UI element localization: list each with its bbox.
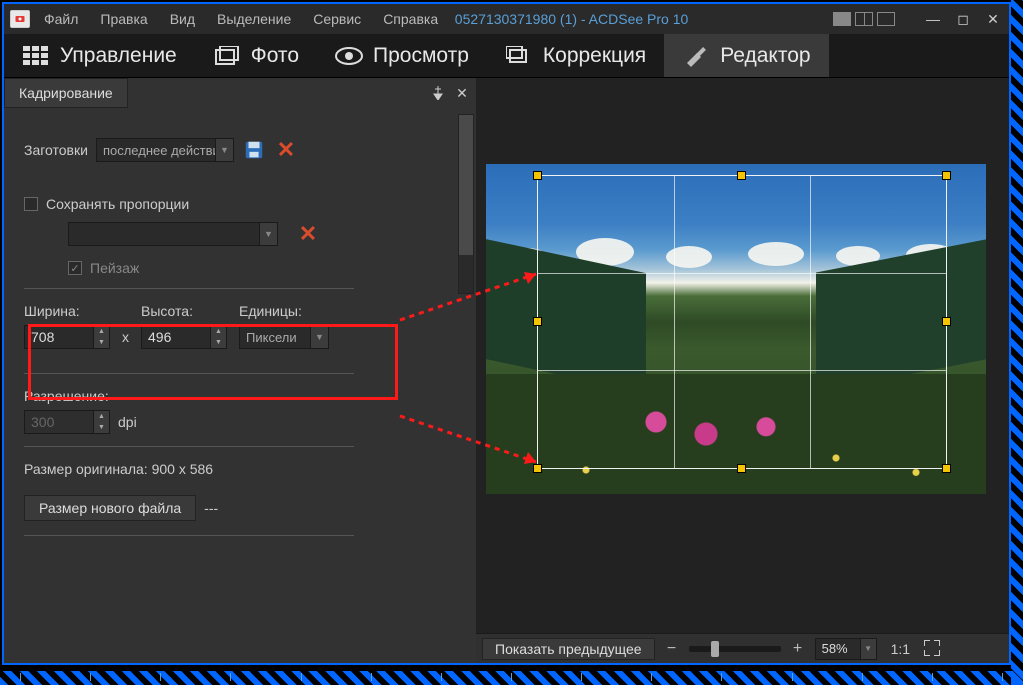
mode-view-label: Просмотр <box>373 44 469 68</box>
crop-handle-tl[interactable] <box>533 171 542 180</box>
clear-ratio-button[interactable]: ✕ <box>296 222 320 246</box>
mode-develop-label: Коррекция <box>543 44 646 68</box>
mode-photo-label: Фото <box>251 44 299 68</box>
crop-handle-bm[interactable] <box>737 464 746 473</box>
torn-edge-right <box>1011 0 1023 685</box>
crop-handle-bl[interactable] <box>533 464 542 473</box>
chevron-down-icon: ▼ <box>310 326 328 348</box>
presets-label: Заготовки <box>24 142 88 158</box>
close-button[interactable]: ✕ <box>983 10 1003 28</box>
workarea: Кадрирование ✕ Заготовки последнее дейст… <box>4 78 1009 663</box>
spin-up-icon[interactable]: ▲ <box>94 411 109 422</box>
mode-manage[interactable]: Управление <box>4 34 195 77</box>
photo-icon <box>213 45 241 67</box>
menu-file[interactable]: Файл <box>44 11 78 27</box>
crop-handle-mr[interactable] <box>942 317 951 326</box>
panel-close-icon[interactable]: ✕ <box>452 83 472 103</box>
crop-rectangle[interactable] <box>538 176 946 468</box>
landscape-label: Пейзаж <box>90 260 139 276</box>
mode-editor-label: Редактор <box>720 44 810 68</box>
tools-icon <box>682 45 710 67</box>
keep-proportions-label: Сохранять пропорции <box>46 196 189 212</box>
layout-switcher[interactable] <box>833 12 895 26</box>
zoom-slider-knob[interactable] <box>711 641 719 657</box>
image-viewer: Показать предыдущее − + 58% ▼ 1:1 <box>476 78 1009 663</box>
fullscreen-icon[interactable] <box>924 640 942 658</box>
canvas-area[interactable] <box>476 78 1009 633</box>
chevron-down-icon: ▼ <box>259 223 277 245</box>
menu-selection[interactable]: Выделение <box>217 11 291 27</box>
mode-view[interactable]: Просмотр <box>317 34 487 77</box>
resolution-input[interactable]: 300 ▲▼ <box>24 410 110 434</box>
height-input[interactable]: 496 ▲▼ <box>141 325 227 349</box>
one-to-one-button[interactable]: 1:1 <box>891 641 910 657</box>
new-file-size-button[interactable]: Размер нового файла <box>24 495 196 521</box>
resolution-label: Разрешение: <box>24 388 464 404</box>
spin-up-icon[interactable]: ▲ <box>94 326 109 337</box>
mode-photo[interactable]: Фото <box>195 34 317 77</box>
zoom-out-button[interactable]: − <box>663 640 681 658</box>
resolution-value: 300 <box>31 414 54 430</box>
mode-tabs: Управление Фото Просмотр Коррекция Редак… <box>4 34 1009 78</box>
panel-tabbar: Кадрирование ✕ <box>4 78 476 108</box>
chevron-down-icon: ▼ <box>215 139 233 161</box>
units-combo[interactable]: Пиксели ▼ <box>239 325 329 349</box>
window-title: 0527130371980 (1) - ACDSee Pro 10 <box>310 11 833 27</box>
save-preset-button[interactable] <box>242 138 266 162</box>
delete-preset-button[interactable]: ✕ <box>274 138 298 162</box>
aspect-ratio-combo[interactable]: ▼ <box>68 222 278 246</box>
new-file-size-value: --- <box>204 500 218 516</box>
dpi-label: dpi <box>118 414 137 430</box>
zoom-slider[interactable] <box>689 646 781 652</box>
zoom-combo[interactable]: 58% ▼ <box>815 638 877 660</box>
spin-down-icon[interactable]: ▼ <box>94 337 109 348</box>
scrollbar-thumb[interactable] <box>459 115 473 255</box>
minimize-button[interactable]: — <box>923 10 943 28</box>
crop-panel-body: Заготовки последнее действи ▼ ✕ Сохранят… <box>4 108 476 663</box>
mode-develop[interactable]: Коррекция <box>487 34 664 77</box>
original-size-text: Размер оригинала: 900 x 586 <box>24 461 464 477</box>
units-value: Пиксели <box>246 330 297 345</box>
width-label: Ширина: <box>24 303 110 319</box>
crop-panel: Кадрирование ✕ Заготовки последнее дейст… <box>4 78 476 663</box>
presets-value: последнее действи <box>103 143 220 158</box>
mode-manage-label: Управление <box>60 44 177 68</box>
crop-handle-ml[interactable] <box>533 317 542 326</box>
grid-icon <box>22 45 50 67</box>
presets-combo[interactable]: последнее действи ▼ <box>96 138 234 162</box>
crop-handle-tr[interactable] <box>942 171 951 180</box>
width-input[interactable]: 708 ▲▼ <box>24 325 110 349</box>
maximize-button[interactable]: ◻ <box>953 10 973 28</box>
chevron-down-icon: ▼ <box>860 639 876 659</box>
crop-tab[interactable]: Кадрирование <box>4 78 128 108</box>
app-window: Файл Правка Вид Выделение Сервис Справка… <box>2 2 1011 665</box>
units-label: Единицы: <box>239 303 329 319</box>
eye-icon <box>335 45 363 67</box>
zoom-value: 58% <box>822 641 848 656</box>
mode-editor[interactable]: Редактор <box>664 34 828 77</box>
viewer-bottom-bar: Показать предыдущее − + 58% ▼ 1:1 <box>476 633 1009 663</box>
height-value: 496 <box>148 329 171 345</box>
torn-edge-bottom <box>0 671 1023 685</box>
crop-handle-tm[interactable] <box>737 171 746 180</box>
landscape-checkbox[interactable] <box>68 261 82 275</box>
adjust-icon <box>505 45 533 67</box>
crop-handle-br[interactable] <box>942 464 951 473</box>
keep-proportions-checkbox[interactable] <box>24 197 38 211</box>
spin-down-icon[interactable]: ▼ <box>211 337 226 348</box>
zoom-in-button[interactable]: + <box>789 640 807 658</box>
pin-icon[interactable] <box>428 83 448 103</box>
menu-view[interactable]: Вид <box>170 11 195 27</box>
menu-edit[interactable]: Правка <box>100 11 147 27</box>
show-previous-button[interactable]: Показать предыдущее <box>482 638 655 660</box>
height-label: Высота: <box>141 303 227 319</box>
spin-down-icon[interactable]: ▼ <box>94 422 109 433</box>
spin-up-icon[interactable]: ▲ <box>211 326 226 337</box>
x-separator: x <box>122 325 129 349</box>
app-logo <box>10 10 30 28</box>
titlebar: Файл Правка Вид Выделение Сервис Справка… <box>4 4 1009 34</box>
width-value: 708 <box>31 329 54 345</box>
